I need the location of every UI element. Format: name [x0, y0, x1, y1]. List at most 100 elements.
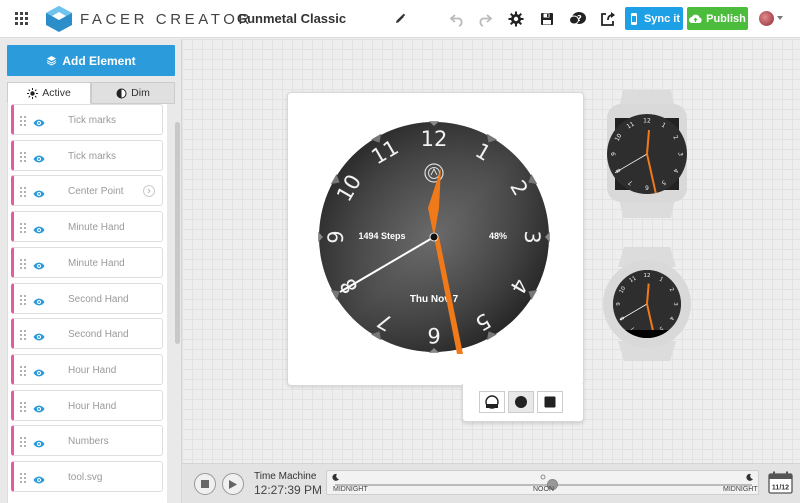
stop-button[interactable]	[194, 473, 216, 495]
play-icon	[229, 479, 237, 489]
chevron-right-icon[interactable]	[143, 185, 155, 198]
pencil-icon[interactable]	[393, 12, 407, 26]
tab-active[interactable]: Active	[7, 82, 91, 104]
visibility-eye-icon[interactable]	[33, 151, 45, 163]
stop-icon	[201, 480, 209, 488]
center-point	[429, 232, 439, 242]
mini-hour-numeral: 3	[672, 302, 678, 306]
steps-complication: 1494 Steps	[358, 231, 405, 241]
facer-logo-icon[interactable]	[44, 4, 74, 34]
main-watch-preview[interactable]: 121234567891011 1494 Steps 48% Thu Nov 7	[287, 92, 584, 386]
tab-dim[interactable]: Dim	[91, 82, 175, 104]
visibility-eye-icon[interactable]	[33, 258, 45, 270]
drag-handle-icon[interactable]	[19, 293, 27, 305]
hour-numeral: 12	[421, 127, 448, 151]
sun-icon	[27, 87, 39, 99]
drag-handle-icon[interactable]	[19, 435, 27, 448]
undo-icon[interactable]	[448, 10, 466, 28]
layer-item[interactable]: Minute Hand	[11, 211, 163, 243]
drag-handle-icon[interactable]	[19, 185, 27, 198]
midnight-label-right: MIDNIGHT	[723, 486, 758, 493]
visibility-eye-icon[interactable]	[33, 186, 45, 198]
visibility-eye-icon[interactable]	[33, 365, 45, 377]
user-avatar[interactable]	[759, 11, 774, 26]
hour-numeral: 3	[520, 230, 544, 243]
time-slider[interactable]: MIDNIGHT NOON MIDNIGHT	[326, 470, 759, 495]
mini-hour-numeral: 6	[645, 183, 649, 190]
drag-handle-icon[interactable]	[19, 328, 27, 341]
avatar-caret-icon[interactable]	[777, 16, 783, 20]
mini-hour-numeral: 12	[644, 273, 651, 279]
layer-item[interactable]: Numbers	[11, 425, 163, 457]
layer-item[interactable]: Tick marks	[11, 104, 163, 135]
layer-item-label: Minute Hand	[68, 257, 125, 269]
visibility-eye-icon[interactable]	[33, 222, 45, 234]
help-chat-icon[interactable]: ?	[568, 9, 588, 29]
round-flat-tire-shape-button[interactable]	[479, 391, 505, 413]
round-shape-button[interactable]	[508, 391, 534, 413]
mini-hour-numeral: 3	[676, 152, 683, 156]
add-element-button[interactable]: Add Element	[7, 45, 175, 76]
play-button[interactable]	[222, 473, 244, 495]
layer-item[interactable]: Minute Hand	[11, 246, 163, 278]
drag-handle-icon[interactable]	[19, 257, 27, 269]
round-watch-preview[interactable]: 121234567891011	[600, 245, 694, 363]
layer-item[interactable]: Center Point	[11, 175, 163, 207]
square-watch-preview[interactable]: 121234567891011	[605, 88, 689, 220]
moon-icon-right	[746, 473, 753, 481]
layer-item-label: Minute Hand	[68, 222, 125, 234]
time-machine-label: Time Machine	[254, 471, 317, 482]
layer-list-scrollbar[interactable]	[175, 122, 180, 344]
drag-handle-icon[interactable]	[19, 364, 27, 376]
share-icon[interactable]	[598, 9, 618, 29]
drag-handle-icon[interactable]	[19, 114, 27, 126]
layer-item[interactable]: tool.svg	[11, 461, 163, 492]
visibility-eye-icon[interactable]	[33, 472, 45, 484]
brand-name: FACER CREATOR	[80, 11, 253, 28]
moon-icon-left	[332, 473, 339, 481]
layer-item[interactable]: Hour Hand	[11, 353, 163, 385]
mode-tabs: Active Dim	[7, 82, 175, 104]
layer-list[interactable]: Tick marks Tick marks Center Point Minute H…	[7, 104, 167, 503]
tab-dim-label: Dim	[131, 87, 150, 99]
sync-watch-icon	[630, 12, 637, 25]
top-bar: FACER CREATOR Gunmetal Classic ? Sync it…	[0, 0, 800, 38]
layer-item[interactable]: Hour Hand	[11, 389, 163, 421]
layer-item[interactable]: Tick marks	[11, 139, 163, 171]
sun-icon-noon	[540, 474, 546, 480]
visibility-eye-icon[interactable]	[33, 294, 45, 305]
layer-item[interactable]: Second Hand	[11, 318, 163, 350]
settings-gear-icon[interactable]	[506, 9, 526, 29]
drag-handle-icon[interactable]	[19, 400, 27, 412]
apps-grid-icon[interactable]	[14, 11, 30, 27]
layer-item-label: Hour Hand	[68, 364, 117, 376]
layer-item-label: Tick marks	[68, 150, 116, 162]
flat-tire-icon	[485, 395, 499, 409]
sync-button[interactable]: Sync it	[625, 7, 683, 30]
hour-numeral: 9	[324, 230, 348, 243]
battery-complication: 48%	[489, 231, 507, 241]
save-disk-icon[interactable]	[538, 10, 556, 28]
calendar-date: 11/12	[772, 485, 789, 492]
mini-hour-numeral: 12	[643, 118, 651, 125]
square-shape-button[interactable]	[537, 391, 563, 413]
svg-text:?: ?	[577, 14, 582, 23]
calendar-icon[interactable]: 11/12	[768, 471, 793, 494]
layer-item-label: Second Hand	[68, 293, 129, 305]
drag-handle-icon[interactable]	[19, 150, 27, 162]
drag-handle-icon[interactable]	[19, 471, 27, 483]
cloud-upload-icon	[689, 14, 702, 23]
layer-item-label: Numbers	[68, 436, 109, 448]
layer-item-label: Tick marks	[68, 115, 116, 126]
visibility-eye-icon[interactable]	[33, 436, 45, 448]
redo-icon[interactable]	[476, 10, 494, 28]
publish-button[interactable]: Publish	[687, 7, 748, 30]
layer-item-label: Center Point	[68, 186, 124, 198]
visibility-eye-icon[interactable]	[33, 401, 45, 412]
drag-handle-icon[interactable]	[19, 221, 27, 234]
visibility-eye-icon[interactable]	[33, 329, 45, 341]
visibility-eye-icon[interactable]	[33, 115, 45, 127]
midnight-label-left: MIDNIGHT	[333, 486, 368, 493]
watch-title[interactable]: Gunmetal Classic	[237, 11, 346, 26]
layer-item[interactable]: Second Hand	[11, 282, 163, 314]
